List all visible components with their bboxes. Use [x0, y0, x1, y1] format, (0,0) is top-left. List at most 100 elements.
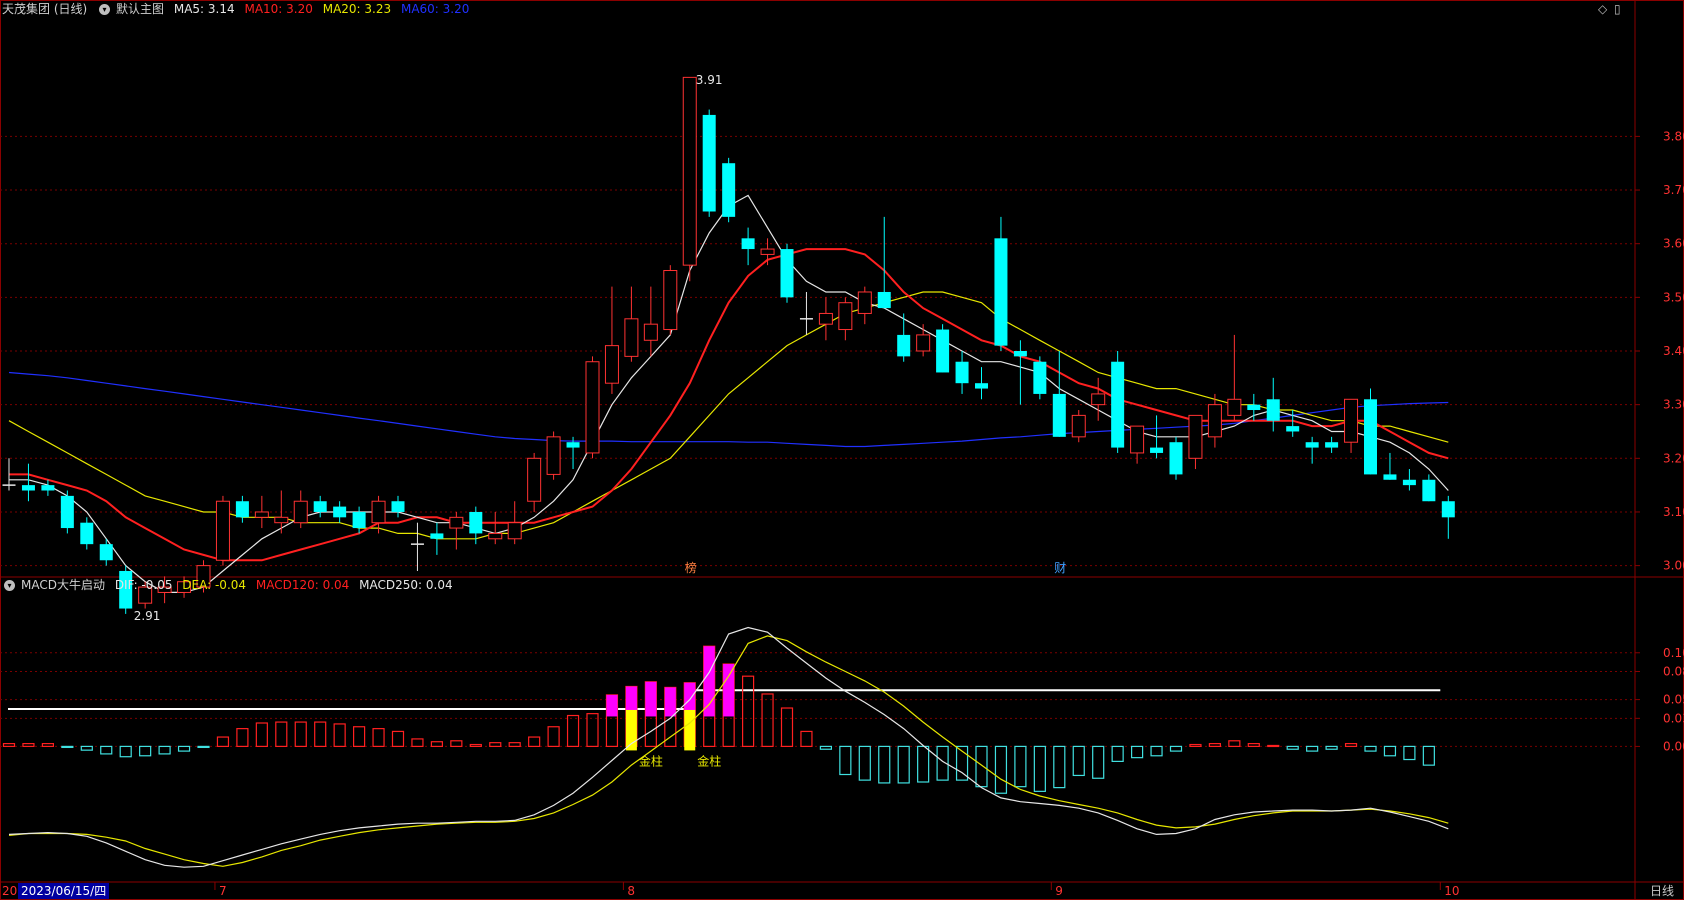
macd-histogram-bar — [1189, 743, 1202, 748]
candle-body — [897, 334, 911, 357]
macd-histogram-bar — [80, 745, 93, 751]
event-marker-cai: 财 — [1054, 561, 1066, 575]
macd-tick-label: 0.08 — [1663, 665, 1684, 679]
macd-histogram-bar — [897, 745, 910, 784]
macd-histogram-bar — [528, 736, 541, 748]
macd-histogram-bar — [1422, 745, 1435, 766]
candle-body — [877, 291, 891, 309]
macd-magenta-bar — [703, 646, 715, 717]
candle-body — [391, 501, 405, 512]
macd-histogram-bar — [119, 745, 132, 758]
candle-body — [780, 249, 794, 298]
macd-histogram-bar — [100, 745, 113, 755]
candle-body — [624, 318, 639, 357]
candle-body — [1286, 426, 1300, 432]
template-name[interactable]: 默认主图 — [116, 2, 164, 16]
ma10-value: MA10: 3.20 — [244, 2, 313, 16]
candle-body — [313, 501, 327, 512]
macd-histogram-bar — [1267, 744, 1280, 748]
diamond-icon[interactable]: ◇ — [1598, 2, 1607, 16]
macd-histogram-bar — [333, 723, 346, 748]
candle-body — [1266, 399, 1280, 421]
macd-histogram-bar — [197, 745, 210, 749]
price-tick-label: 3.80 — [1663, 129, 1684, 143]
macd-histogram-bar — [994, 745, 1008, 794]
macd-histogram-bar — [255, 722, 268, 748]
macd-histogram-bar — [1247, 743, 1260, 748]
candle-body — [1364, 399, 1377, 475]
macd-histogram-bar — [489, 742, 502, 748]
candle-body — [566, 442, 580, 448]
macd-histogram-bar — [780, 707, 794, 748]
price-tick-label: 3.00 — [1663, 559, 1684, 573]
macd-histogram-bar — [819, 745, 833, 750]
candle-body — [371, 500, 386, 524]
month-label: 9 — [1055, 884, 1063, 898]
candle-body — [1188, 414, 1203, 459]
macd-histogram-bar — [1092, 745, 1105, 779]
candle-body — [955, 361, 969, 384]
macd-histogram-bar — [353, 726, 366, 748]
macd-histogram-bar — [275, 721, 288, 748]
candle-body — [916, 334, 931, 352]
candle-body — [1052, 393, 1066, 437]
macd-histogram-bar — [1053, 745, 1066, 789]
candle-body — [857, 291, 872, 314]
price-tick-label: 3.40 — [1663, 344, 1684, 358]
month-label: 7 — [219, 884, 227, 898]
macd-histogram-bar — [469, 743, 482, 748]
candle-body — [741, 238, 755, 250]
candle-body — [60, 495, 74, 529]
main-chart-header: 天茂集团 (日线) ▾ 默认主图 MA5: 3.14 MA10: 3.20 MA2… — [2, 0, 475, 18]
macd-histogram-bar — [1130, 745, 1144, 759]
ma5-value: MA5: 3.14 — [173, 2, 235, 16]
candle-body — [1305, 442, 1319, 448]
macd-histogram-bar — [450, 740, 463, 748]
macd-histogram-bar — [294, 721, 307, 748]
macd-histogram-bar — [1306, 745, 1319, 752]
stock-name[interactable]: 天茂集团 (日线) — [2, 2, 87, 16]
macd-histogram-bar — [158, 745, 171, 755]
golden-bar — [684, 709, 696, 751]
period-label[interactable]: 日线 — [1650, 883, 1674, 899]
window-icon[interactable]: ▯ — [1614, 2, 1621, 16]
macd-histogram-bar — [1014, 745, 1027, 788]
candle-body — [643, 323, 658, 341]
candle-body — [663, 270, 678, 331]
candle-body — [235, 501, 249, 518]
golden-bar-label: 金柱 — [639, 753, 663, 768]
macd-histogram-bar — [1403, 745, 1416, 761]
macd-histogram-bar — [2, 743, 16, 748]
candle-body — [469, 511, 483, 534]
stock-chart[interactable]: 3.00 3.10 3.20 3.30 3.40 3.50 3.60 3.70 3.80 0.00… — [0, 0, 1684, 900]
macd-histogram-bar — [566, 714, 580, 748]
dropdown-icon[interactable]: ▾ — [4, 580, 15, 591]
macd-histogram-bar — [236, 728, 249, 748]
macd-header: ▾ MACD大牛启动 DIF: -0.05 DEA: -0.04 MACD120:… — [2, 576, 459, 594]
candle-body — [99, 544, 113, 561]
candle-body — [994, 238, 1008, 346]
candle-body — [1422, 479, 1436, 502]
candle-body — [274, 516, 289, 524]
dropdown-icon[interactable]: ▾ — [99, 4, 111, 15]
macd-histogram-bar — [430, 741, 443, 748]
macd-histogram-bar — [1383, 745, 1397, 757]
dea-value: DEA: -0.04 — [182, 578, 247, 592]
candle-body — [1402, 479, 1416, 486]
macd-tick-label: 0.10 — [1663, 646, 1684, 660]
candle-body — [1247, 404, 1261, 411]
price-tick-label: 3.20 — [1663, 451, 1684, 465]
macd-histogram-bar — [372, 728, 385, 748]
candle-body — [975, 383, 988, 389]
macd-name[interactable]: MACD大牛启动 — [21, 578, 105, 592]
ma60-value: MA60: 3.20 — [400, 2, 470, 16]
macd-histogram-bar — [411, 738, 424, 748]
candle-body — [507, 522, 522, 540]
candle-body — [1013, 351, 1027, 357]
macd-tick-label: 0.00 — [1663, 739, 1684, 753]
macd-magenta-bar — [606, 694, 618, 717]
date-cursor-label: 2023/06/15/四 — [18, 883, 110, 899]
macd-histogram-bar — [858, 745, 871, 781]
candle-body — [1344, 398, 1359, 443]
candle-body — [818, 312, 833, 325]
